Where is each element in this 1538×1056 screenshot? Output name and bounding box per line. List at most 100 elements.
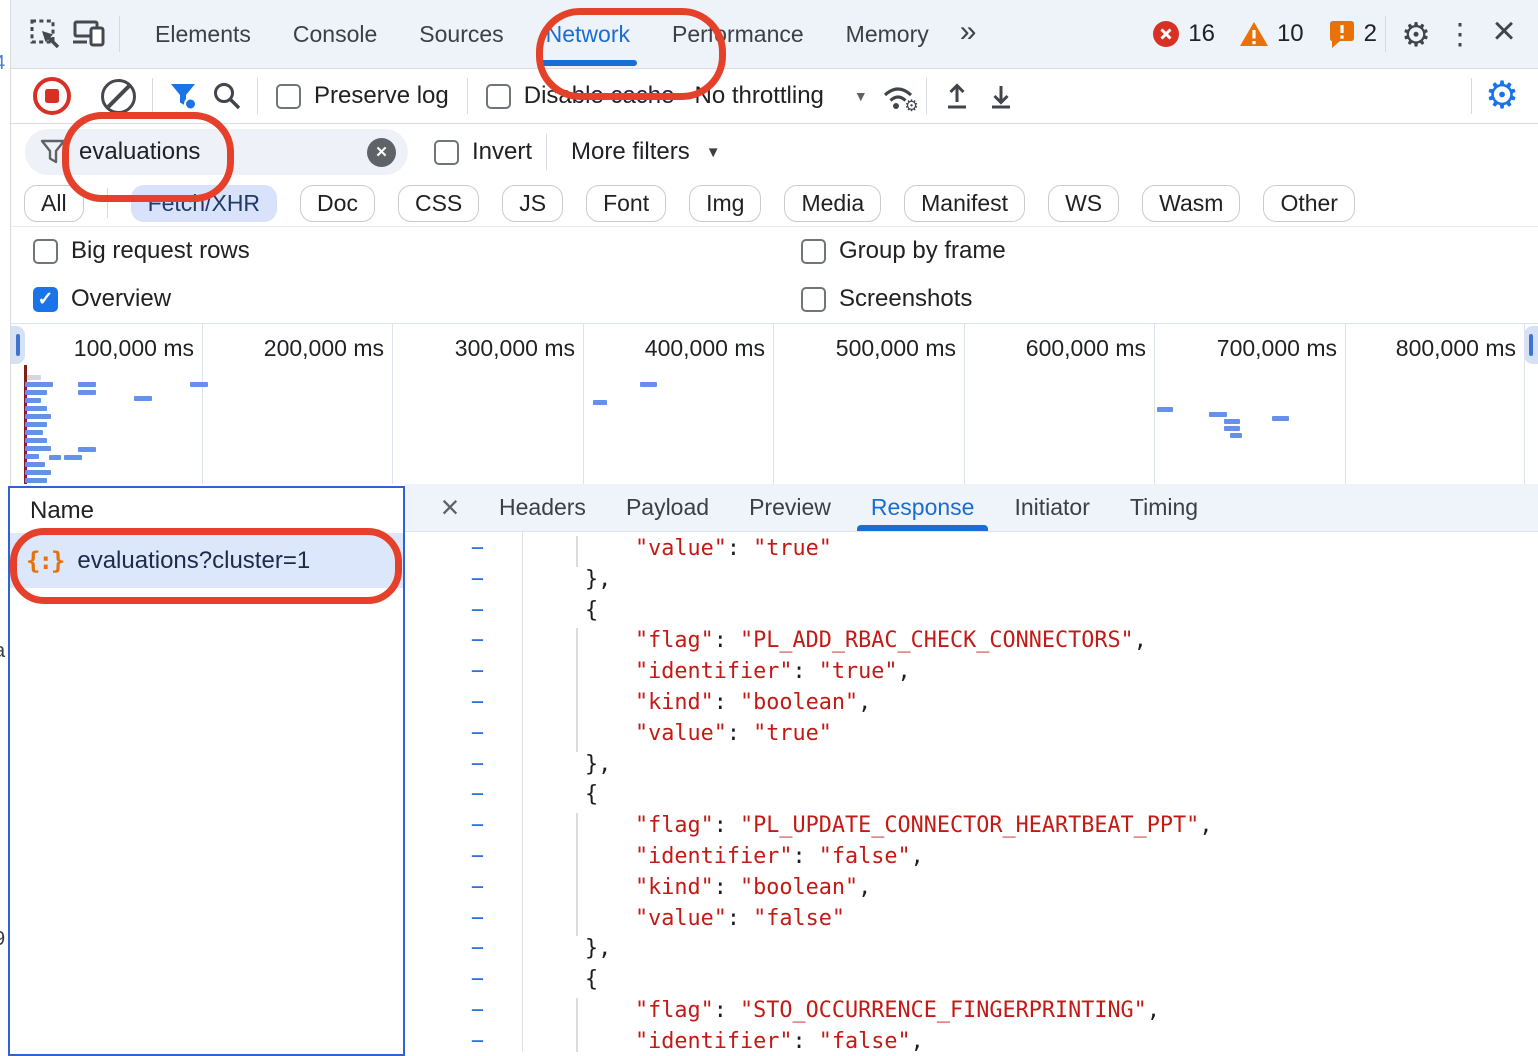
request-bar <box>25 446 51 451</box>
detail-tab-preview[interactable]: Preview <box>729 484 851 531</box>
response-line-text: "flag": "PL_ADD_RBAC_CHECK_CONNECTORS", <box>635 628 1147 653</box>
gutter-dash: − <box>405 875 522 900</box>
response-line: −"value": "false" <box>405 906 1538 937</box>
request-bar <box>134 396 152 401</box>
indent-guide <box>576 844 578 875</box>
chip-wasm[interactable]: Wasm <box>1142 185 1240 222</box>
close-detail-icon[interactable]: × <box>421 484 479 531</box>
tab-performance[interactable]: Performance <box>651 0 825 68</box>
issues-badge[interactable]: 2 <box>1328 19 1377 49</box>
request-bar <box>25 438 47 443</box>
chip-media[interactable]: Media <box>784 185 881 222</box>
request-name: evaluations?cluster=1 <box>77 547 310 575</box>
chip-fetch-xhr[interactable]: Fetch/XHR <box>131 185 277 222</box>
big-request-rows-checkbox[interactable]: Big request rows <box>33 237 801 265</box>
response-line-text: "value": "false" <box>635 906 845 931</box>
overview-right-handle[interactable] <box>1524 326 1538 364</box>
request-bar <box>25 390 47 395</box>
response-line-text: "identifier": "true", <box>635 659 911 684</box>
indent-guide <box>576 1029 578 1052</box>
inspect-element-icon[interactable] <box>23 12 67 56</box>
checkbox-box <box>486 84 511 109</box>
more-filters-dropdown[interactable]: More filters ▼ <box>571 138 721 166</box>
record-network-log-button[interactable] <box>33 77 71 115</box>
response-body-viewer[interactable]: −"value": "true"−},−{−"flag": "PL_ADD_RB… <box>405 532 1538 1052</box>
detail-tab-timing[interactable]: Timing <box>1110 484 1218 531</box>
checkbox-box <box>33 239 58 264</box>
clear-filter-icon[interactable]: ✕ <box>367 138 396 167</box>
name-column-header[interactable]: Name <box>10 488 403 534</box>
device-toolbar-icon[interactable] <box>67 12 111 56</box>
response-line: −{ <box>405 782 1538 813</box>
detail-tab-payload[interactable]: Payload <box>606 484 729 531</box>
close-devtools-icon[interactable]: × <box>1482 12 1526 56</box>
request-bar <box>25 398 41 403</box>
devtools-window: ElementsConsoleSourcesNetworkPerformance… <box>10 0 1538 1052</box>
group-by-frame-checkbox[interactable]: Group by frame <box>801 237 1006 265</box>
tab-sources[interactable]: Sources <box>398 0 524 68</box>
more-tabs-icon[interactable]: » <box>950 15 987 49</box>
divider <box>257 78 258 114</box>
response-line-text: "value": "true" <box>635 721 832 746</box>
chip-js[interactable]: JS <box>502 185 563 222</box>
divider <box>1471 78 1472 114</box>
preserve-log-label: Preserve log <box>314 82 449 110</box>
chip-ws[interactable]: WS <box>1048 185 1119 222</box>
warnings-count: 10 <box>1277 20 1304 48</box>
chip-img[interactable]: Img <box>689 185 761 222</box>
tab-network[interactable]: Network <box>525 0 651 68</box>
filter-input[interactable]: evaluations ✕ <box>25 129 408 175</box>
chip-manifest[interactable]: Manifest <box>904 185 1025 222</box>
warnings-badge[interactable]: 10 <box>1239 20 1304 48</box>
timeline-tick-label: 500,000 ms <box>774 335 956 362</box>
network-settings-gear-icon[interactable]: ⚙ <box>1480 74 1524 118</box>
chip-font[interactable]: Font <box>586 185 666 222</box>
filter-input-value: evaluations <box>79 138 200 166</box>
screenshots-label: Screenshots <box>839 285 972 313</box>
request-bar <box>27 375 41 380</box>
disable-cache-checkbox[interactable]: Disable cache <box>486 82 675 110</box>
response-line-text: { <box>585 598 598 623</box>
chip-doc[interactable]: Doc <box>300 185 375 222</box>
response-line-text: }, <box>585 936 611 961</box>
request-bar <box>640 382 657 387</box>
network-conditions-icon[interactable]: ⚙ <box>878 76 918 116</box>
json-request-icon: {:} <box>26 547 63 575</box>
request-row[interactable]: {:} evaluations?cluster=1 <box>10 534 403 588</box>
errors-badge[interactable]: 16 <box>1152 20 1215 48</box>
chip-css[interactable]: CSS <box>398 185 479 222</box>
timeline-gridline <box>1524 324 1525 484</box>
response-line: −"flag": "PL_ADD_RBAC_CHECK_CONNECTORS", <box>405 628 1538 659</box>
indent-guide <box>576 906 578 937</box>
invert-checkbox[interactable]: Invert <box>434 138 532 166</box>
network-overview-timeline[interactable]: 100,000 ms200,000 ms300,000 ms400,000 ms… <box>11 323 1538 484</box>
divider <box>152 78 153 114</box>
settings-gear-icon[interactable]: ⚙ <box>1394 12 1438 56</box>
response-line: −"flag": "STO_OCCURRENCE_FINGERPRINTING"… <box>405 998 1538 1029</box>
overview-checkbox[interactable]: ✓Overview <box>33 285 801 313</box>
search-icon[interactable] <box>205 74 249 118</box>
tab-elements[interactable]: Elements <box>134 0 272 68</box>
detail-tab-response[interactable]: Response <box>851 484 995 531</box>
page-edge-fragment: 9 <box>0 928 5 951</box>
timeline-tick-label: 100,000 ms <box>12 335 194 362</box>
clear-network-log-icon[interactable] <box>101 79 136 114</box>
preserve-log-checkbox[interactable]: Preserve log <box>276 82 449 110</box>
response-line: −"value": "true" <box>405 536 1538 567</box>
response-line-text: "kind": "boolean", <box>635 875 871 900</box>
tab-memory[interactable]: Memory <box>825 0 950 68</box>
divider <box>926 78 927 114</box>
import-har-icon[interactable] <box>935 74 979 118</box>
detail-tab-headers[interactable]: Headers <box>479 484 606 531</box>
tab-console[interactable]: Console <box>272 0 398 68</box>
gutter-dash: − <box>405 659 522 684</box>
divider <box>1385 16 1386 52</box>
detail-tab-initiator[interactable]: Initiator <box>994 484 1109 531</box>
chip-other[interactable]: Other <box>1263 185 1355 222</box>
filter-icon[interactable] <box>161 74 205 118</box>
screenshots-checkbox[interactable]: Screenshots <box>801 285 972 313</box>
throttling-dropdown[interactable]: No throttling ▼ <box>694 82 867 110</box>
kebab-menu-icon[interactable]: ⋮ <box>1438 12 1482 56</box>
chip-all[interactable]: All <box>24 185 84 222</box>
export-har-icon[interactable] <box>979 74 1023 118</box>
